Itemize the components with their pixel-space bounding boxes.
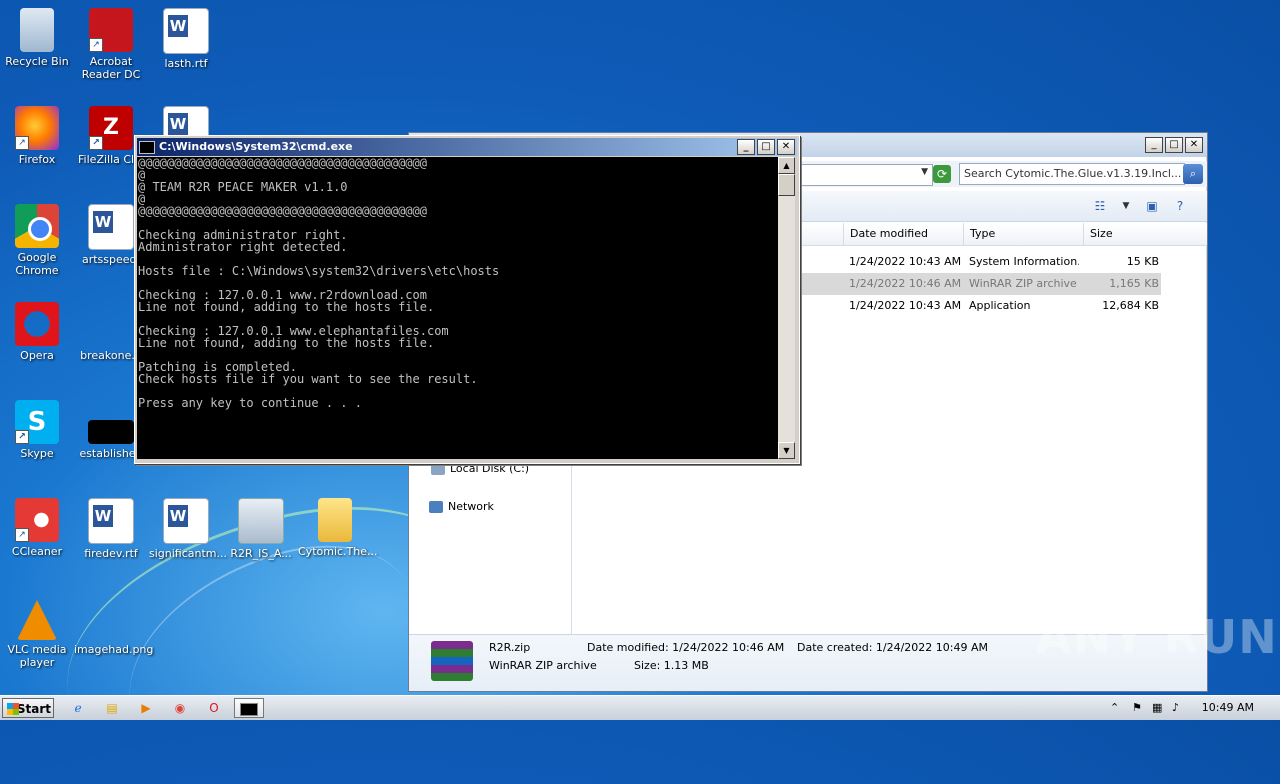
winrar-archive-icon <box>431 641 473 681</box>
details-file-name: R2R.zip <box>489 641 531 654</box>
scroll-thumb[interactable] <box>778 174 795 196</box>
desktop-icon-imagehad[interactable]: imagehad.png <box>74 596 153 656</box>
clock[interactable]: 10:49 AM <box>1202 696 1254 720</box>
opera-icon[interactable]: O <box>200 698 228 718</box>
minimize-button[interactable]: _ <box>737 139 755 155</box>
close-button[interactable]: ✕ <box>777 139 795 155</box>
column-header-size[interactable]: Size <box>1083 223 1164 245</box>
desktop-icon-opera[interactable]: Opera <box>0 302 74 362</box>
cmd-window[interactable]: C:\Windows\System32\cmd.exe _ □ ✕ @@@@@@… <box>134 135 800 464</box>
drive-icon <box>431 463 445 475</box>
start-button[interactable]: Start <box>2 698 54 718</box>
view-options-icon[interactable]: ☷ <box>1091 197 1109 215</box>
black-image-icon <box>88 420 134 444</box>
recycle-bin-icon <box>20 8 54 52</box>
network-icon <box>429 501 443 513</box>
console-text: @@@@@@@@@@@@@@@@@@@@@@@@@@@@@@@@@@@@@@@@… <box>138 157 500 410</box>
desktop-icon-recycle-bin[interactable]: Recycle Bin <box>0 8 74 68</box>
explorer-icon[interactable]: ▤ <box>98 698 126 718</box>
word-document-icon <box>163 8 209 54</box>
anyrun-watermark: ANY RUN <box>1036 610 1278 664</box>
column-header-date[interactable]: Date modified <box>843 223 964 245</box>
minimize-button[interactable]: _ <box>1145 137 1163 153</box>
chrome-icon <box>15 204 59 248</box>
scroll-up-icon[interactable]: ▲ <box>778 157 795 174</box>
chevron-down-icon[interactable]: ▼ <box>1117 197 1135 215</box>
desktop-icon-firefox[interactable]: ↗ Firefox <box>0 106 74 166</box>
details-file-kind: WinRAR ZIP archive <box>489 659 597 672</box>
cmd-taskbar-button[interactable] <box>234 698 264 718</box>
ie-icon[interactable]: ℯ <box>64 698 92 718</box>
desktop-icon-chrome[interactable]: Google Chrome <box>0 204 74 277</box>
console-output[interactable]: @@@@@@@@@@@@@@@@@@@@@@@@@@@@@@@@@@@@@@@@… <box>137 157 778 459</box>
word-document-icon <box>88 204 134 250</box>
image-file-icon <box>89 596 133 640</box>
ccleaner-icon: ↗ <box>15 498 59 542</box>
network-icon[interactable]: ▦ <box>1152 701 1162 714</box>
media-player-icon[interactable]: ▶ <box>132 698 160 718</box>
taskbar: Start ℯ ▤ ▶ ◉ O ⌃ ⚑ ▦ ♪ 10:49 AM <box>0 695 1280 720</box>
chevron-down-icon[interactable]: ▼ <box>921 167 928 177</box>
search-icon[interactable]: ⌕ <box>1183 164 1203 184</box>
nav-item-network[interactable]: Network <box>429 500 494 513</box>
desktop-icon-lasth[interactable]: lasth.rtf <box>149 8 223 70</box>
help-icon[interactable]: ? <box>1171 197 1189 215</box>
maximize-button[interactable]: □ <box>1165 137 1183 153</box>
settings-file-icon <box>238 498 284 544</box>
console-icon <box>139 140 155 154</box>
vertical-scrollbar[interactable]: ▲ ▼ <box>778 157 795 459</box>
maximize-button[interactable]: □ <box>757 139 775 155</box>
desktop-icon-r2r-is-a[interactable]: R2R_IS_A... <box>224 498 298 560</box>
skype-icon: S ↗ <box>15 400 59 444</box>
acrobat-icon: ↗ <box>89 8 133 52</box>
chrome-icon[interactable]: ◉ <box>166 698 194 718</box>
desktop-icon-firedev[interactable]: firedev.rtf <box>74 498 148 560</box>
cmd-window-buttons: _ □ ✕ <box>735 139 795 155</box>
desktop-icon-significantm[interactable]: significantm... <box>149 498 227 560</box>
refresh-button[interactable]: ⟳ <box>933 165 951 183</box>
search-input[interactable]: Search Cytomic.The.Glue.v1.3.19.Incl... <box>959 163 1185 185</box>
folder-icon <box>318 498 352 542</box>
desktop-icon-acrobat[interactable]: ↗ Acrobat Reader DC <box>74 8 148 81</box>
close-button[interactable]: ✕ <box>1185 137 1203 153</box>
details-date-created: Date created: 1/24/2022 10:49 AM <box>797 641 989 654</box>
word-document-icon <box>163 498 209 544</box>
cmd-title-text: C:\Windows\System32\cmd.exe <box>159 140 353 153</box>
preview-pane-icon[interactable]: ▣ <box>1143 197 1161 215</box>
filezilla-icon: Z ↗ <box>89 106 133 150</box>
cmd-titlebar[interactable]: C:\Windows\System32\cmd.exe _ □ ✕ <box>137 138 797 156</box>
blank-file-icon <box>89 302 133 346</box>
word-document-icon <box>88 498 134 544</box>
details-date-modified: Date modified: 1/24/2022 10:46 AM <box>587 641 785 654</box>
desktop-icon-cytomic[interactable]: Cytomic.The... <box>298 498 378 558</box>
flag-icon[interactable]: ⚑ <box>1132 701 1142 714</box>
desktop-icon-skype[interactable]: S ↗ Skype <box>0 400 74 460</box>
system-tray: ⌃ ⚑ ▦ ♪ 10:49 AM <box>1100 696 1280 720</box>
column-header-type[interactable]: Type <box>963 223 1084 245</box>
firefox-icon: ↗ <box>15 106 59 150</box>
show-hidden-icons-icon[interactable]: ⌃ <box>1110 701 1119 714</box>
scroll-down-icon[interactable]: ▼ <box>778 442 795 459</box>
opera-icon <box>15 302 59 346</box>
vlc-icon <box>17 600 57 640</box>
explorer-window-buttons: _ □ ✕ <box>1143 137 1203 153</box>
details-size: Size: 1.13 MB <box>634 659 709 672</box>
desktop-icon-vlc[interactable]: VLC media player <box>0 596 74 669</box>
volume-icon[interactable]: ♪ <box>1172 701 1179 714</box>
desktop-icon-ccleaner[interactable]: ↗ CCleaner <box>0 498 74 558</box>
